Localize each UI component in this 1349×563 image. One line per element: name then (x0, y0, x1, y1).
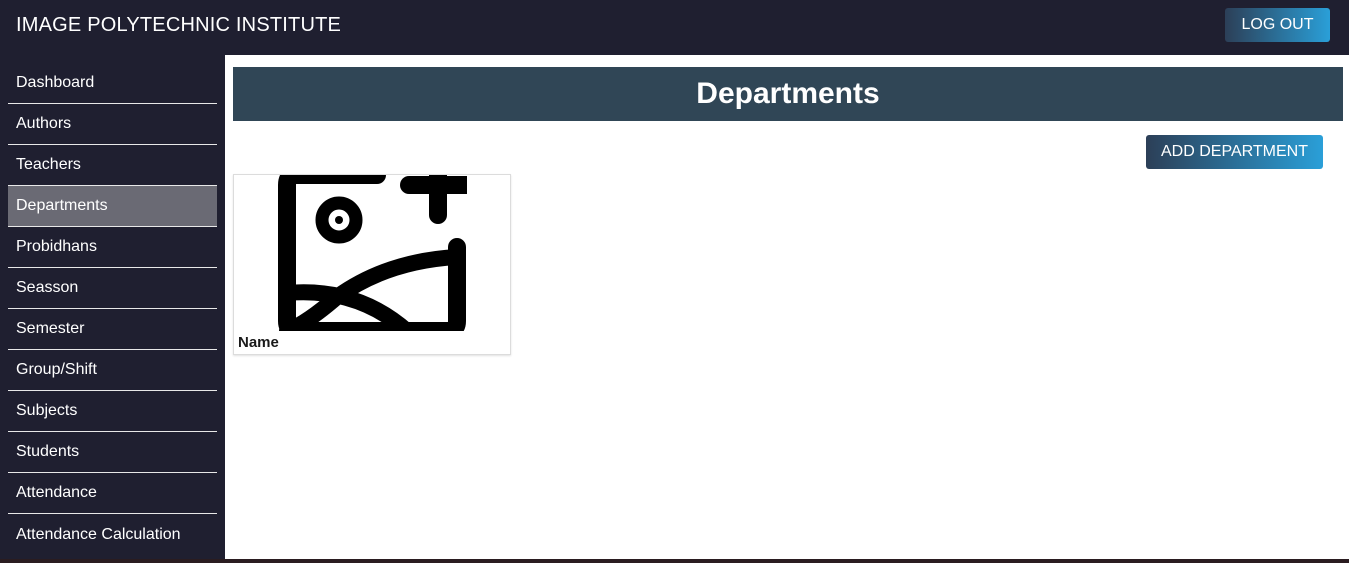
sidebar-item-attendance[interactable]: Attendance (8, 473, 217, 514)
sidebar-item-subjects[interactable]: Subjects (8, 391, 217, 432)
page-title: Departments (233, 67, 1343, 121)
sidebar-item-departments[interactable]: Departments (8, 186, 217, 227)
sidebar-item-seasson[interactable]: Seasson (8, 268, 217, 309)
add-image-placeholder-icon (277, 175, 467, 331)
add-department-button[interactable]: ADD DEPARTMENT (1146, 135, 1323, 169)
sidebar-item-dashboard[interactable]: Dashboard (8, 63, 217, 104)
bottom-strip (0, 559, 1349, 563)
department-name: Name (238, 334, 279, 351)
sidebar-item-group-shift[interactable]: Group/Shift (8, 350, 217, 391)
sidebar-item-semester[interactable]: Semester (8, 309, 217, 350)
sidebar-item-teachers[interactable]: Teachers (8, 145, 217, 186)
sidebar-item-students[interactable]: Students (8, 432, 217, 473)
sidebar-item-authors[interactable]: Authors (8, 104, 217, 145)
sidebar: Dashboard Authors Teachers Departments P… (0, 55, 225, 559)
department-card[interactable]: Name (233, 174, 511, 355)
logout-button[interactable]: LOG OUT (1225, 8, 1330, 42)
top-bar: IMAGE POLYTECHNIC INSTITUTE LOG OUT (0, 0, 1349, 55)
sidebar-item-attendance-calculation[interactable]: Attendance Calculation (8, 514, 217, 555)
sidebar-item-probidhans[interactable]: Probidhans (8, 227, 217, 268)
main-content: Departments ADD DEPARTMENT Name (225, 55, 1349, 559)
app-title: IMAGE POLYTECHNIC INSTITUTE (16, 14, 342, 36)
